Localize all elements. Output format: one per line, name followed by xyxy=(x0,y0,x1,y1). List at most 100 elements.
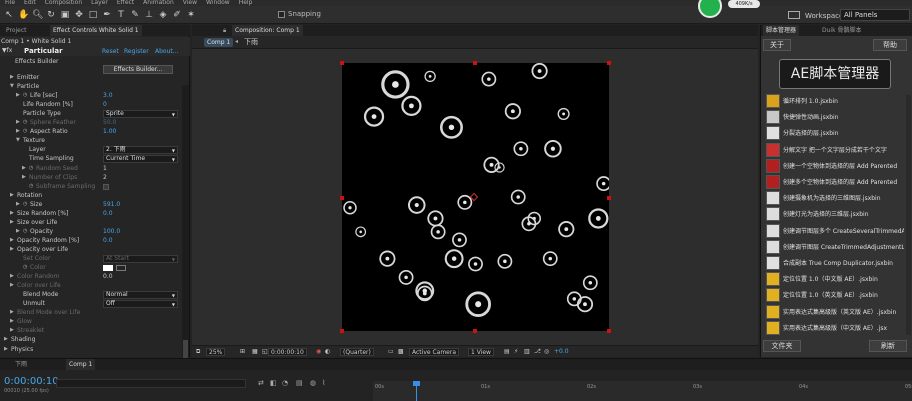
property-dropdown[interactable]: Current Time ▼ xyxy=(103,155,178,164)
expand-right-icon[interactable]: ▶ xyxy=(16,227,20,236)
mask-visibility-icon[interactable]: ◱ xyxy=(262,348,268,356)
folder-button[interactable]: 文件夹 xyxy=(763,340,801,352)
property-row[interactable]: ▶ ◷ Size 591.0 xyxy=(0,200,182,209)
selection-tool-icon[interactable]: ↖ xyxy=(4,10,14,20)
expand-right-icon[interactable]: ▶ xyxy=(10,209,14,218)
time-ruler[interactable]: 00s 01s 02s 03s 04s 05s xyxy=(373,381,912,401)
property-dropdown[interactable]: At Start ▼ xyxy=(103,255,178,263)
property-dropdown[interactable]: 2. 下雨 ▼ xyxy=(103,146,178,155)
expand-right-icon[interactable]: ▶ xyxy=(10,281,14,290)
expand-right-icon[interactable]: ▶ xyxy=(16,200,20,209)
property-row[interactable]: ▶ Shading xyxy=(0,335,182,344)
view-layout-select[interactable]: 1 View xyxy=(468,348,494,356)
region-of-interest-icon[interactable]: ▭ xyxy=(388,348,394,356)
stopwatch-icon[interactable]: ◷ xyxy=(23,200,27,209)
exposure-value[interactable]: +0.0 xyxy=(554,348,569,356)
expand-right-icon[interactable]: ▶ xyxy=(10,245,14,254)
property-row[interactable]: ▶ Rotation xyxy=(0,191,182,200)
script-list-scrollbar[interactable] xyxy=(906,95,911,335)
grid-icon[interactable]: ▦ xyxy=(252,348,258,356)
pan-behind-tool-icon[interactable]: ✥ xyxy=(74,10,84,20)
property-value[interactable]: 1.00 xyxy=(103,127,116,136)
graph-editor-icon[interactable]: ⌇ xyxy=(322,379,325,387)
stopwatch-icon[interactable]: ◷ xyxy=(23,91,27,100)
script-item[interactable]: 实用表达式集高级版（中文版 AE）.jsx xyxy=(764,320,904,336)
property-value[interactable]: 100.0 xyxy=(103,227,120,236)
flowchart-icon[interactable]: ⎇ xyxy=(534,348,541,356)
property-row[interactable]: Layer 2. 下雨 ▼ xyxy=(0,145,182,155)
layer-handle[interactable] xyxy=(340,61,344,65)
script-item[interactable]: 循环排列 1.0.jsxbin xyxy=(764,93,904,109)
script-item[interactable]: 创建一个空物体到选择的层 Add Parented xyxy=(764,158,904,174)
tab-composition[interactable]: Composition: Comp 1 xyxy=(232,25,303,36)
property-row[interactable]: ▶ Color Random 0.0 xyxy=(0,272,182,281)
property-value[interactable]: 591.0 xyxy=(103,200,120,209)
property-row[interactable]: ▼ Particle xyxy=(0,82,182,91)
property-value[interactable]: 0.0 xyxy=(103,236,113,245)
property-row[interactable]: Life Random [%] 0 xyxy=(0,100,182,109)
magnify-icon[interactable]: ⧉ xyxy=(196,348,200,356)
property-row[interactable]: ▶ Physics xyxy=(0,345,182,354)
workspace-select[interactable]: All Panels xyxy=(840,9,910,21)
expand-right-icon[interactable]: ▶ xyxy=(4,345,8,354)
property-row[interactable]: Blend Mode Normal ▼ xyxy=(0,290,182,300)
zoom-select[interactable]: 25% xyxy=(206,348,226,356)
property-row[interactable]: Unmult Off ▼ xyxy=(0,299,182,309)
hand-tool-icon[interactable]: ✋ xyxy=(18,10,29,20)
pixel-aspect-icon[interactable]: ▤ xyxy=(504,348,510,356)
script-item[interactable]: 实用表达式集高级版（英文版 AE）.jsxbin xyxy=(764,304,904,320)
subframe-checkbox[interactable] xyxy=(103,183,109,190)
expand-right-icon[interactable]: ▶ xyxy=(22,173,26,182)
snapping-checkbox[interactable] xyxy=(278,11,285,18)
about-link[interactable]: About... xyxy=(155,48,178,55)
script-item[interactable]: 合成副本 True Comp Duplicator.jsxbin xyxy=(764,255,904,271)
script-item[interactable]: 分解文字 把一个文字层分成若干个文字 xyxy=(764,142,904,158)
snapshot-icon[interactable]: ◉ xyxy=(316,348,321,356)
script-item[interactable]: 定位位置 1.0（中文版 AE）.jsxbin xyxy=(764,271,904,287)
expand-right-icon[interactable]: ▶ xyxy=(10,326,14,335)
comp-mini-flowchart-icon[interactable]: ⇄ xyxy=(258,379,264,387)
property-dropdown[interactable]: Normal ▼ xyxy=(103,291,178,300)
property-row[interactable]: ▶ ◷ Opacity 100.0 xyxy=(0,227,182,236)
property-value[interactable]: 50.0 xyxy=(103,118,116,127)
tab-duik[interactable]: Duik 骨骼脚本 xyxy=(819,25,864,36)
expand-right-icon[interactable]: ▶ xyxy=(10,308,14,317)
tab-effect-controls[interactable]: Effect Controls White Solid 1 xyxy=(50,25,142,36)
brush-tool-icon[interactable]: ✎ xyxy=(130,10,140,20)
property-row[interactable]: ▼ Texture xyxy=(0,136,182,145)
layer-breadcrumb[interactable]: 下雨 xyxy=(244,38,258,47)
expand-right-icon[interactable]: ▶ xyxy=(16,91,20,100)
script-item[interactable]: 创建多个空物体到选择的层 Add Parented xyxy=(764,174,904,190)
property-row[interactable]: ▶ Size Random [%] 0.0 xyxy=(0,209,182,218)
property-value[interactable]: 0.0 xyxy=(103,272,113,281)
expand-right-icon[interactable]: ▶ xyxy=(16,118,20,127)
property-row[interactable]: Time Sampling Current Time ▼ xyxy=(0,154,182,164)
eyedropper-icon[interactable] xyxy=(116,265,126,272)
expand-right-icon[interactable]: ▶ xyxy=(10,236,14,245)
layer-handle[interactable] xyxy=(607,61,611,65)
property-row[interactable]: ▶ Opacity Random [%] 0.0 xyxy=(0,236,182,245)
property-dropdown[interactable]: Off ▼ xyxy=(103,300,178,309)
fast-previews-icon[interactable]: ⚡ xyxy=(514,348,518,356)
expand-right-icon[interactable]: ▶ xyxy=(10,317,14,326)
workspace-icon[interactable] xyxy=(788,11,800,19)
property-value[interactable]: 1 xyxy=(103,164,107,173)
layer-handle[interactable] xyxy=(340,329,344,333)
property-value[interactable]: 0.0 xyxy=(103,209,113,218)
puppet-tool-icon[interactable]: ✶ xyxy=(186,10,196,20)
motion-blur-icon[interactable]: ◍ xyxy=(310,379,316,387)
property-row[interactable]: ▶ Streaklet xyxy=(0,326,182,335)
resolution-select[interactable]: (Quarter) xyxy=(340,348,374,356)
frame-blending-icon[interactable]: ▤ xyxy=(296,379,303,387)
stopwatch-icon[interactable]: ◷ xyxy=(29,182,33,191)
script-item[interactable]: 分裂选择的层.jsxbin xyxy=(764,125,904,141)
effect-controls-scrollbar[interactable] xyxy=(182,85,189,381)
property-row[interactable]: ▶ ◷ Life [sec] 3.0 xyxy=(0,91,182,100)
color-swatch[interactable] xyxy=(103,265,113,272)
property-dropdown[interactable]: Sprite ▼ xyxy=(103,110,178,119)
fx-toggle-icon[interactable]: ▼fx xyxy=(2,47,12,54)
script-item[interactable]: 创建调节图层多个 CreateSeveralTrimmedA xyxy=(764,223,904,239)
property-row[interactable]: ▶ ◷ Random Seed 1 xyxy=(0,164,182,173)
property-value[interactable]: 0 xyxy=(103,100,107,109)
register-link[interactable]: Register xyxy=(124,48,149,55)
